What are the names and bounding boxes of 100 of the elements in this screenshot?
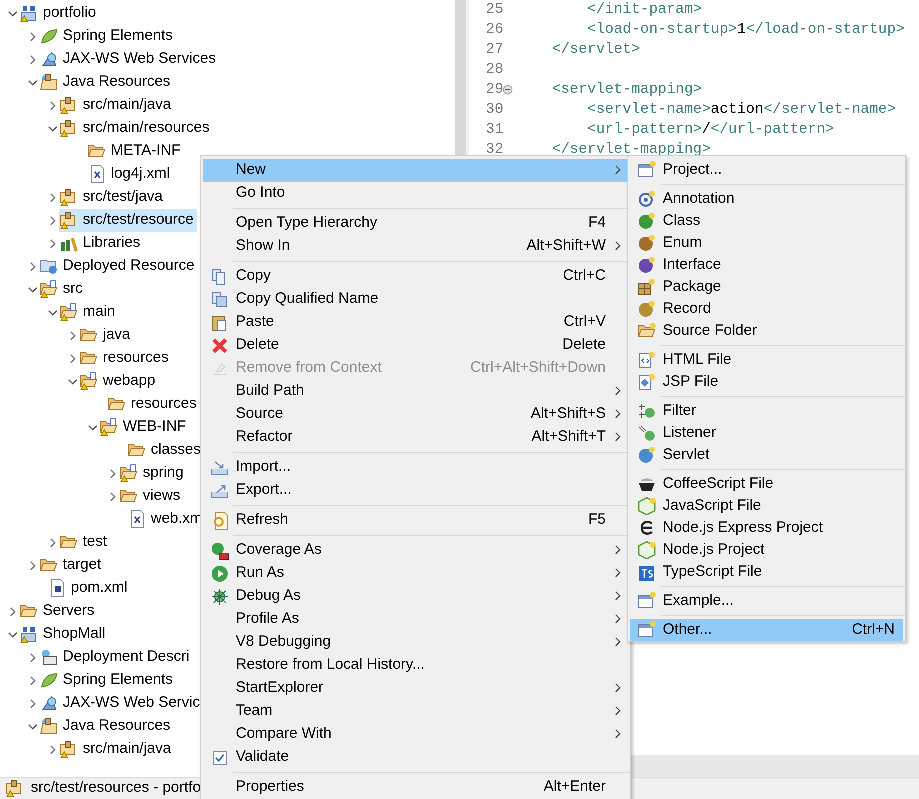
tree-item[interactable]: WEB-INF: [99, 416, 190, 439]
tree-item[interactable]: main: [59, 301, 119, 324]
tree-item[interactable]: Libraries: [59, 232, 144, 255]
menu-item[interactable]: Compare With: [203, 723, 628, 746]
tree-item[interactable]: src/test/java: [59, 186, 166, 209]
tree-item[interactable]: src: [39, 278, 86, 301]
menu-item[interactable]: Servlet: [630, 444, 903, 466]
menu-item[interactable]: New: [203, 159, 628, 182]
tree-item[interactable]: JAX-WS Web Services: [39, 48, 220, 71]
menu-item[interactable]: Filter: [630, 400, 903, 422]
menu-item[interactable]: Export...: [203, 479, 628, 502]
tree-item[interactable]: Spring Elements: [39, 25, 176, 48]
menu-item[interactable]: Example...: [630, 590, 903, 612]
project-icon: [20, 625, 39, 644]
tree-item[interactable]: pom.xml: [47, 577, 131, 600]
menu-item[interactable]: Refresh F5: [203, 509, 628, 532]
tree-item[interactable]: spring: [119, 462, 187, 485]
tree-item[interactable]: portfolio: [19, 2, 100, 25]
menu-item[interactable]: Listener: [630, 422, 903, 444]
enum-icon: [638, 234, 656, 252]
code-line: </servlet-mapping>: [551, 140, 711, 160]
menu-item[interactable]: Delete Delete: [203, 334, 628, 357]
tree-item[interactable]: META-INF: [87, 140, 184, 163]
fold-icon[interactable]: [503, 85, 513, 95]
code-line: <load-on-startup>1</load-on-startup>: [586, 20, 905, 40]
menu-item[interactable]: Project...: [630, 159, 903, 181]
menu-item[interactable]: Validate: [203, 746, 628, 769]
menu-item[interactable]: Source Alt+Shift+S: [203, 403, 628, 426]
menu-item[interactable]: Restore from Local History...: [203, 654, 628, 677]
menu-item[interactable]: Open Type Hierarchy F4: [203, 212, 628, 235]
tree-item[interactable]: src/main/java: [59, 738, 174, 761]
menu-item[interactable]: StartExplorer: [203, 677, 628, 700]
menu-item[interactable]: Build Path: [203, 380, 628, 403]
tree-item[interactable]: src/test/resource: [59, 209, 197, 232]
menu-item[interactable]: TypeScript File: [630, 561, 903, 583]
tree-item[interactable]: src/main/resources: [59, 117, 213, 140]
tree-item[interactable]: classes: [127, 439, 204, 462]
leaf-icon: [40, 27, 59, 46]
copy-icon: [210, 268, 228, 286]
tree-item[interactable]: log4j.xml: [87, 163, 174, 186]
interface-icon: [638, 256, 656, 274]
menu-item[interactable]: Annotation: [630, 188, 903, 210]
menu-item[interactable]: Package: [630, 276, 903, 298]
menu-item[interactable]: Interface: [630, 254, 903, 276]
paste-icon: [210, 314, 228, 332]
menu-item[interactable]: Team: [203, 700, 628, 723]
tree-item[interactable]: src/main/java: [59, 94, 174, 117]
menu-item[interactable]: Node.js Express Project: [630, 517, 903, 539]
filter-icon: [638, 402, 656, 420]
new-window-icon: [638, 621, 656, 639]
tree-item[interactable]: Deployed Resource: [39, 255, 198, 278]
tree-item[interactable]: resources: [107, 393, 200, 416]
menu-item[interactable]: Show In Alt+Shift+W: [203, 235, 628, 258]
tree-item[interactable]: ShopMall: [19, 623, 109, 646]
tree-item[interactable]: test: [59, 531, 110, 554]
tree-item[interactable]: Deployment Descri: [39, 646, 193, 669]
line-number: 29: [485, 80, 503, 100]
tree-item[interactable]: resources: [79, 347, 172, 370]
tree-item[interactable]: views: [119, 485, 184, 508]
menu-item[interactable]: Refactor Alt+Shift+T: [203, 426, 628, 449]
menu-item[interactable]: Class: [630, 210, 903, 232]
menu-item[interactable]: Enum: [630, 232, 903, 254]
menu-item[interactable]: HTML File: [630, 349, 903, 371]
menu-item[interactable]: JavaScript File: [630, 495, 903, 517]
menu-item[interactable]: V8 Debugging: [203, 631, 628, 654]
nodejs-icon: [638, 497, 656, 515]
tree-item[interactable]: webapp: [79, 370, 159, 393]
jsp-file-icon: [638, 373, 656, 391]
nodejs-icon: [638, 541, 656, 559]
source-folder-icon: [100, 418, 119, 437]
globe-icon: [40, 50, 59, 69]
line-number: 26: [485, 20, 503, 40]
menu-item[interactable]: Go Into: [203, 182, 628, 205]
menu-item[interactable]: Run As: [203, 562, 628, 585]
menu-item[interactable]: Record: [630, 298, 903, 320]
tree-item[interactable]: Java Resources: [39, 71, 174, 94]
delete-icon: [210, 336, 228, 354]
tree-item[interactable]: Java Resources: [39, 715, 174, 738]
menu-item[interactable]: Profile As: [203, 608, 628, 631]
tree-item[interactable]: Servers: [19, 600, 98, 623]
tree-item[interactable]: Spring Elements: [39, 669, 176, 692]
java-resources-icon: [40, 73, 59, 92]
menu-item[interactable]: JSP File: [630, 371, 903, 393]
menu-item[interactable]: Node.js Project: [630, 539, 903, 561]
tree-item[interactable]: java: [79, 324, 134, 347]
menu-item[interactable]: CoffeeScript File: [630, 473, 903, 495]
menu-item[interactable]: Properties Alt+Enter: [203, 776, 628, 799]
checkbox-icon[interactable]: [212, 750, 228, 766]
menu-item[interactable]: Coverage As: [203, 539, 628, 562]
tree-item[interactable]: JAX-WS Web Servic: [39, 692, 204, 715]
run-icon: [210, 564, 228, 582]
tree-item[interactable]: target: [39, 554, 104, 577]
menu-item[interactable]: Paste Ctrl+V: [203, 311, 628, 334]
menu-item[interactable]: Import...: [203, 456, 628, 479]
servlet-icon: [638, 446, 656, 464]
import-icon: [210, 458, 228, 476]
menu-item[interactable]: Source Folder: [630, 320, 903, 342]
menu-item[interactable]: Other... Ctrl+N: [630, 619, 903, 641]
source-folder-icon: [80, 372, 99, 391]
source-folder-icon: [60, 303, 79, 322]
